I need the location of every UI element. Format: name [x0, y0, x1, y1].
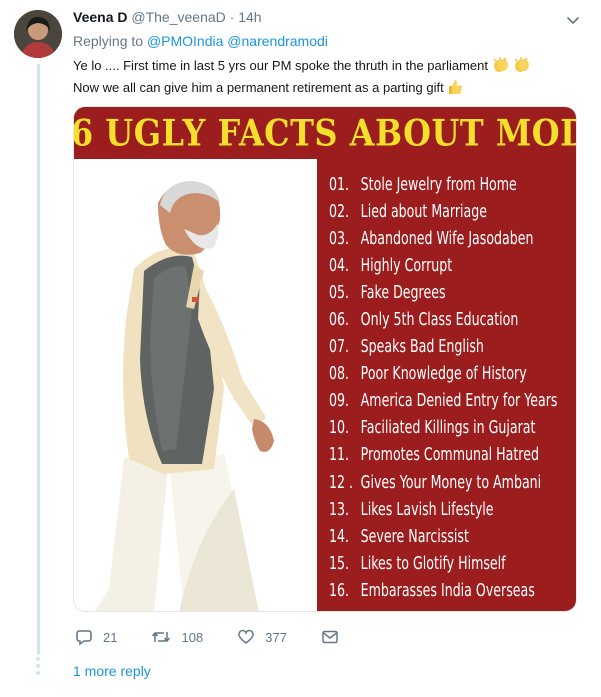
fact-number: 14. — [329, 526, 350, 547]
fact-number: 08. — [329, 364, 350, 385]
fact-text: Stole Jewelry from Home — [360, 174, 517, 195]
fact-item: 13. Likes Lavish Lifestyle — [329, 496, 557, 523]
fact-item: 11. Promotes Communal Hatred — [329, 442, 557, 469]
fact-number: 02. — [329, 201, 350, 222]
fact-item: 07. Speaks Bad English — [329, 334, 557, 361]
tweet-header: Veena D @The_veenaD · 14h — [73, 9, 262, 25]
fact-item: 08. Poor Knowledge of History — [329, 361, 557, 388]
fact-item: 15. Likes to Glotify Himself — [329, 550, 557, 577]
heart-icon — [238, 629, 255, 644]
fact-number: 15. — [329, 553, 350, 574]
reply-button[interactable]: 21 — [75, 628, 117, 646]
facts-panel: 01. Stole Jewelry from Home 02. Lied about … — [314, 159, 576, 611]
fact-item: 01. Stole Jewelry from Home — [329, 171, 557, 198]
replying-label: Replying to — [73, 33, 144, 49]
fact-item: 09. America Denied Entry for Years — [329, 388, 557, 415]
fact-text: Gives Your Money to Ambani — [360, 472, 542, 493]
image-banner: 16 UGLY FACTS ABOUT MODI — [73, 107, 577, 159]
fact-text: Promotes Communal Hatred — [360, 445, 539, 466]
fact-number: 04. — [329, 255, 350, 276]
tweet-actions: 21 108 377 — [75, 628, 383, 646]
fact-number: 07. — [329, 337, 350, 358]
clapping-hands-icon — [513, 57, 531, 78]
fact-number: 06. — [329, 310, 350, 331]
fact-text: Severe Narcissist — [360, 526, 469, 547]
reply-icon — [76, 630, 92, 646]
mention-narendramodi[interactable]: @narendramodi — [227, 33, 328, 49]
fact-number: 11. — [329, 445, 350, 466]
tweet-text: Ye lo .... First time in last 5 yrs our … — [73, 56, 583, 100]
envelope-icon — [322, 630, 338, 644]
fact-text: Speaks Bad English — [360, 337, 484, 358]
fact-number: 03. — [329, 228, 350, 249]
fact-number: 09. — [329, 391, 350, 412]
fact-text: Highly Corrupt — [360, 255, 453, 276]
fact-item: 02. Lied about Marriage — [329, 198, 557, 225]
fact-number: 12 . — [329, 472, 354, 493]
clapping-hands-icon — [492, 57, 510, 78]
fact-number: 16. — [329, 580, 350, 601]
like-count: 377 — [265, 629, 287, 645]
separator: · — [229, 9, 235, 25]
tweet-image[interactable]: 16 UGLY FACTS ABOUT MODI 01. Stole Jewelr… — [73, 106, 577, 612]
fact-number: 05. — [329, 282, 350, 303]
reply-count: 21 — [103, 629, 118, 645]
replying-to: Replying to @PMOIndia @narendramodi — [73, 33, 328, 49]
thread-dots — [36, 657, 40, 678]
fact-text: Abandoned Wife Jasodaben — [360, 228, 534, 249]
fact-item: 04. Highly Corrupt — [329, 252, 557, 279]
fact-item: 12 . Gives Your Money to Ambani — [329, 469, 557, 496]
fact-item: 03. Abandoned Wife Jasodaben — [329, 225, 557, 252]
fact-text: Likes to Glotify Himself — [360, 553, 506, 574]
like-button[interactable]: 377 — [237, 628, 287, 646]
fact-text: Fake Degrees — [360, 282, 446, 303]
fact-text: Only 5th Class Education — [360, 310, 519, 331]
fact-text: America Denied Entry for Years — [360, 391, 558, 412]
fact-text: Likes Lavish Lifestyle — [360, 499, 494, 520]
fact-text: Lied about Marriage — [360, 201, 488, 222]
direct-message-button[interactable] — [321, 628, 349, 646]
thumbs-up-icon — [447, 79, 463, 100]
author-handle[interactable]: @The_veenaD — [131, 9, 225, 25]
retweet-button[interactable]: 108 — [151, 628, 203, 646]
fact-item: 06. Only 5th Class Education — [329, 306, 557, 333]
author-name[interactable]: Veena D — [73, 9, 127, 25]
fact-number: 10. — [329, 418, 350, 439]
facts-list: 01. Stole Jewelry from Home 02. Lied about … — [329, 171, 576, 605]
mention-pmoindia[interactable]: @PMOIndia — [147, 33, 223, 49]
fact-text: Embarasses India Overseas — [360, 580, 535, 601]
fact-item: 10. Faciliated Killings in Gujarat — [329, 415, 557, 442]
fact-text: Faciliated Killings in Gujarat — [360, 418, 536, 439]
fact-number: 13. — [329, 499, 350, 520]
tweet-text-line-2: Now we all can give him a permanent reti… — [73, 80, 444, 95]
fact-text: Poor Knowledge of History — [360, 364, 527, 385]
timestamp[interactable]: 14h — [238, 9, 261, 25]
fact-item: 14. Severe Narcissist — [329, 523, 557, 550]
image-title: 16 UGLY FACTS ABOUT MODI — [73, 111, 577, 155]
tweet-text-line-1: Ye lo .... First time in last 5 yrs our … — [73, 58, 488, 73]
retweet-icon — [152, 632, 171, 642]
chevron-down-icon[interactable] — [565, 12, 581, 28]
man-walking-photo — [74, 159, 314, 611]
more-replies-link[interactable]: 1 more reply — [73, 663, 151, 679]
fact-number: 01. — [329, 174, 350, 195]
fact-item: 16. Embarasses India Overseas — [329, 577, 557, 604]
thread-line — [37, 64, 40, 654]
fact-item: 05. Fake Degrees — [329, 279, 557, 306]
retweet-count: 108 — [181, 629, 204, 645]
avatar[interactable] — [14, 10, 62, 58]
